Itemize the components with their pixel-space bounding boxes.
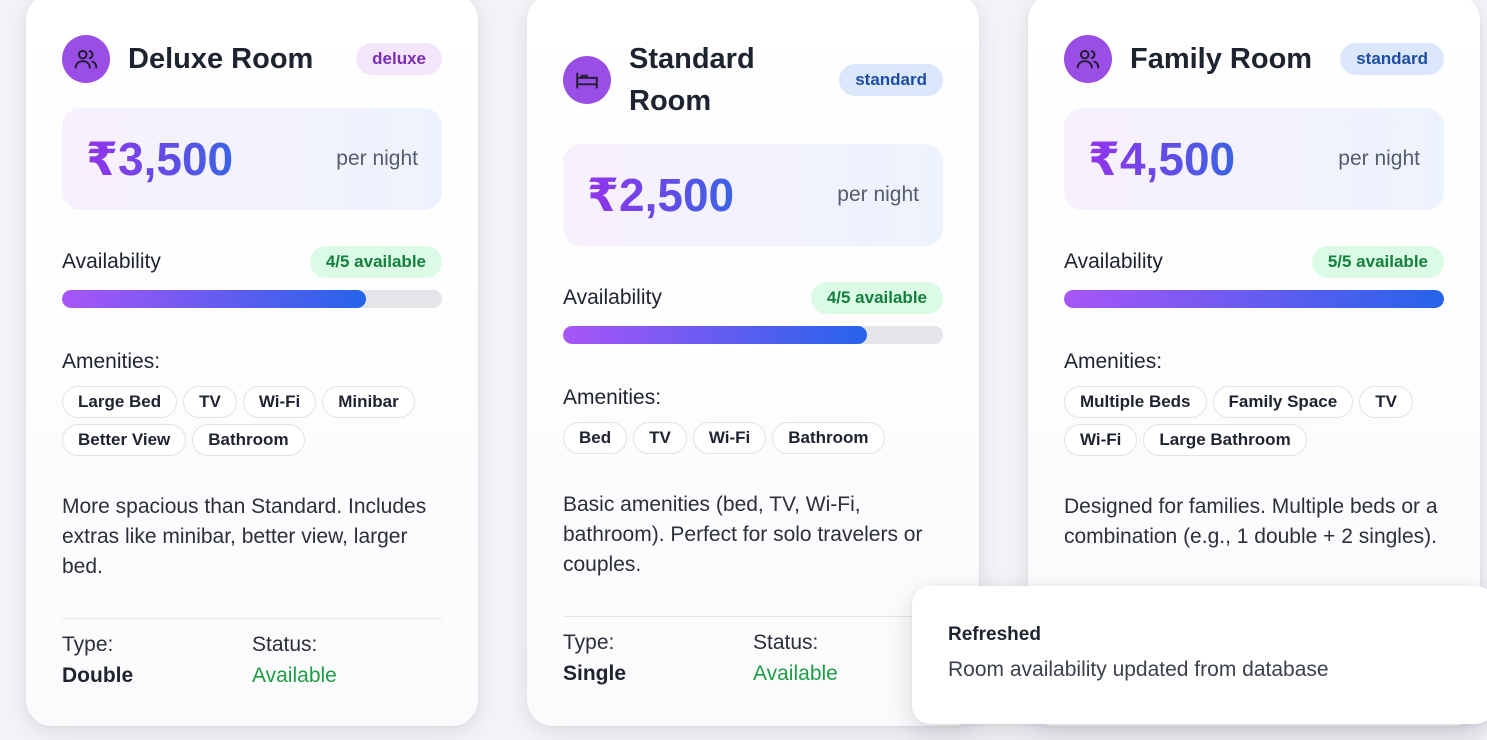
- per-night-label: per night: [837, 183, 919, 206]
- room-title: Deluxe Room: [128, 43, 314, 75]
- availability-bar-fill: [563, 326, 867, 344]
- room-category-badge: standard: [839, 64, 943, 96]
- amenity-chip: Minibar: [322, 386, 415, 418]
- amenities-list: Large Bed TV Wi-Fi Minibar Better View Bathro…: [62, 386, 442, 456]
- divider: [563, 616, 943, 617]
- amenity-chip: Bathroom: [192, 424, 305, 456]
- room-description: Designed for families. Multiple beds or …: [1064, 495, 1438, 548]
- type-label: Type:: [563, 631, 615, 654]
- availability-bar: [1064, 290, 1444, 308]
- room-card-header: Deluxe Room deluxe: [62, 30, 442, 88]
- room-price: ₹3,500: [86, 133, 234, 185]
- amenities-label: Amenities:: [563, 386, 662, 409]
- amenity-chip: Wi-Fi: [1064, 424, 1138, 456]
- amenity-chip: TV: [1359, 386, 1413, 418]
- availability-row: Availability 4/5 available: [563, 281, 943, 315]
- type-value: Double: [62, 664, 134, 687]
- availability-row: Availability 4/5 available: [62, 245, 442, 279]
- room-price: ₹2,500: [587, 169, 735, 221]
- room-title: Standard Room: [629, 43, 755, 117]
- amenity-chip: TV: [633, 422, 687, 454]
- price-box: ₹2,500 per night: [563, 144, 943, 246]
- amenity-chip: Bed: [563, 422, 628, 454]
- bed-icon: [563, 56, 611, 104]
- room-meta: Type: Double Status: Available: [62, 630, 442, 692]
- amenities-list: Multiple Beds Family Space TV Wi-Fi Large Ba…: [1064, 386, 1444, 456]
- availability-row: Availability 5/5 available: [1064, 245, 1444, 279]
- availability-bar-fill: [62, 290, 366, 308]
- divider: [62, 618, 442, 619]
- availability-label: Availability: [563, 286, 662, 309]
- room-card-header: Family Room standard: [1064, 30, 1444, 88]
- status-label: Status:: [252, 633, 318, 656]
- amenity-chip: Wi-Fi: [242, 386, 317, 418]
- availability-badge: 4/5 available: [309, 246, 442, 278]
- users-icon: [62, 35, 110, 83]
- type-label: Type:: [62, 633, 114, 656]
- toast-notification[interactable]: Refreshed Room availability updated from…: [912, 586, 1487, 724]
- amenity-chip: Large Bathroom: [1143, 424, 1307, 456]
- amenity-chip: Bathroom: [772, 422, 885, 454]
- amenity-chip: Family Space: [1212, 386, 1354, 418]
- toast-message: Room availability updated from database: [948, 658, 1329, 681]
- per-night-label: per night: [336, 147, 418, 170]
- amenity-chip: Better View: [62, 424, 187, 456]
- availability-label: Availability: [1064, 250, 1163, 273]
- room-description: More spacious than Standard. Includes ex…: [62, 495, 427, 578]
- room-meta: Type: Single Status: Available: [563, 628, 943, 690]
- price-box: ₹3,500 per night: [62, 108, 442, 210]
- users-icon: [1064, 35, 1112, 83]
- room-category-badge: standard: [1340, 43, 1444, 75]
- status-value: Available: [252, 664, 337, 687]
- availability-badge: 5/5 available: [1311, 246, 1444, 278]
- availability-bar-fill: [1064, 290, 1444, 308]
- amenity-chip: TV: [183, 386, 237, 418]
- amenities-label: Amenities:: [62, 350, 161, 373]
- room-price: ₹4,500: [1088, 133, 1236, 185]
- room-title: Family Room: [1130, 43, 1313, 75]
- amenities-label: Amenities:: [1064, 350, 1163, 373]
- room-category-badge: deluxe: [356, 43, 442, 75]
- availability-bar: [62, 290, 442, 308]
- per-night-label: per night: [1338, 147, 1420, 170]
- amenity-chip: Large Bed: [62, 386, 178, 418]
- availability-bar: [563, 326, 943, 344]
- amenity-chip: Multiple Beds: [1064, 386, 1207, 418]
- availability-label: Availability: [62, 250, 161, 273]
- amenities-list: Bed TV Wi-Fi Bathroom: [563, 422, 943, 454]
- room-card-header: Standard Room standard: [563, 36, 943, 124]
- room-card-deluxe[interactable]: Deluxe Room deluxe ₹3,500 per night Avai…: [26, 0, 478, 726]
- availability-badge: 4/5 available: [810, 282, 943, 314]
- type-value: Single: [563, 662, 627, 685]
- amenity-chip: Wi-Fi: [692, 422, 767, 454]
- price-box: ₹4,500 per night: [1064, 108, 1444, 210]
- toast-title: Refreshed: [948, 624, 1041, 645]
- room-description: Basic amenities (bed, TV, Wi-Fi, bathroo…: [563, 493, 923, 576]
